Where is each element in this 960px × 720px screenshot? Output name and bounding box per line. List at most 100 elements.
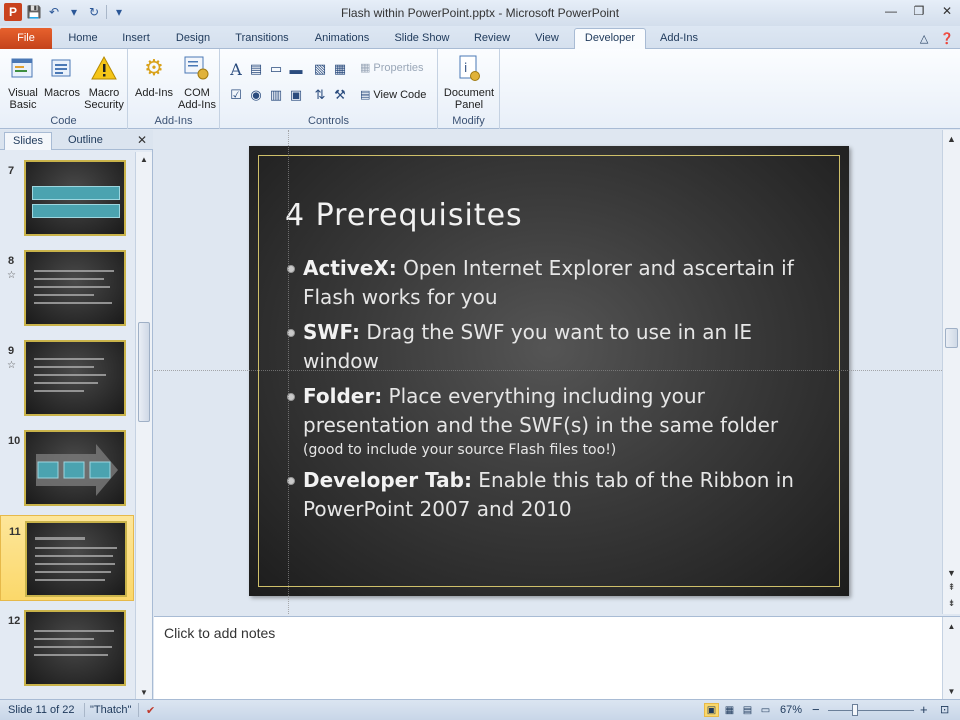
- close-button[interactable]: ✕: [940, 4, 954, 18]
- scroll-down-arrow-icon[interactable]: ▼: [943, 566, 960, 580]
- tab-insert[interactable]: Insert: [114, 29, 158, 49]
- zoom-slider-thumb[interactable]: [852, 704, 858, 716]
- reading-view-icon[interactable]: ▤: [740, 703, 755, 717]
- tab-file[interactable]: File: [0, 28, 52, 49]
- spell-check-icon[interactable]: ✔: [146, 704, 155, 717]
- com-add-ins-button[interactable]: COM Add-Ins: [176, 53, 218, 111]
- tab-outline[interactable]: Outline: [60, 132, 111, 150]
- slide-number: 12: [8, 615, 21, 627]
- minimize-ribbon-icon[interactable]: △: [920, 32, 928, 45]
- normal-view-icon[interactable]: ▣: [704, 703, 719, 717]
- scrollbar-thumb[interactable]: [138, 322, 150, 422]
- editor-scrollbar[interactable]: ▲ ▼ ⇞ ⇟: [942, 130, 960, 614]
- next-slide-icon[interactable]: ⇟: [943, 596, 960, 610]
- fit-to-window-icon[interactable]: ⊡: [940, 703, 949, 716]
- toggle-button-control-icon[interactable]: ▣: [288, 87, 304, 103]
- zoom-out-icon[interactable]: −: [812, 702, 820, 717]
- tab-slide-show[interactable]: Slide Show: [388, 29, 456, 49]
- com-add-ins-icon: [182, 53, 212, 83]
- animation-star-icon: ☆: [7, 360, 16, 371]
- notes-placeholder[interactable]: Click to add notes: [164, 625, 275, 641]
- scroll-down-arrow-icon[interactable]: ▼: [943, 684, 960, 698]
- window-title: Flash within PowerPoint.pptx - Microsoft…: [340, 6, 620, 20]
- scroll-up-arrow-icon[interactable]: ▲: [943, 619, 960, 633]
- add-ins-button[interactable]: ⚙ Add-Ins: [132, 53, 176, 100]
- document-panel-label: Document Panel: [443, 87, 495, 111]
- thumb-arrow-diagram: [36, 444, 118, 496]
- scroll-down-arrow-icon[interactable]: ▼: [136, 685, 152, 699]
- thumb-text-line: [34, 638, 94, 640]
- group-modify: i Document Panel Modify: [438, 49, 500, 129]
- label-control-icon[interactable]: A: [228, 60, 244, 79]
- status-separator: [84, 703, 85, 717]
- view-code-button[interactable]: ▤ View Code: [360, 88, 426, 102]
- button-control-icon[interactable]: ▭: [268, 61, 284, 77]
- tab-animations[interactable]: Animations: [306, 29, 378, 49]
- thumb-text-line: [34, 646, 112, 648]
- slide-bullets[interactable]: ActiveX: Open Internet Explorer and asce…: [285, 254, 815, 530]
- tab-review[interactable]: Review: [466, 29, 518, 49]
- document-panel-icon: i: [454, 53, 484, 83]
- bullet-item: ActiveX: Open Internet Explorer and asce…: [285, 254, 815, 312]
- zoom-in-icon[interactable]: +: [920, 702, 928, 717]
- more-controls-icon[interactable]: ⚒: [332, 87, 348, 103]
- tab-home[interactable]: Home: [60, 29, 106, 49]
- check-box-control-icon[interactable]: ☑: [228, 87, 244, 103]
- slides-panel-scrollbar[interactable]: ▲ ▼: [135, 152, 152, 699]
- spin-button-control-icon[interactable]: ⇅: [312, 87, 328, 103]
- document-panel-button[interactable]: i Document Panel: [442, 53, 496, 111]
- slide-title[interactable]: 4 Prerequisites: [285, 198, 523, 233]
- scroll-up-arrow-icon[interactable]: ▲: [136, 152, 152, 166]
- scrollbar-thumb[interactable]: [945, 328, 958, 348]
- tab-add-ins[interactable]: Add-Ins: [654, 29, 704, 49]
- slide-editor[interactable]: 4 Prerequisites ActiveX: Open Internet E…: [154, 130, 942, 614]
- tab-developer[interactable]: Developer: [574, 28, 646, 49]
- bullet-item: Developer Tab: Enable this tab of the Ri…: [285, 466, 815, 524]
- group-add-ins: ⚙ Add-Ins COM Add-Ins Add-Ins: [128, 49, 220, 129]
- tab-slides[interactable]: Slides: [4, 132, 52, 150]
- tab-design[interactable]: Design: [168, 29, 218, 49]
- status-bar: Slide 11 of 22 "Thatch" ✔ ▣ ▦ ▤ ▭ 67% − …: [0, 699, 960, 720]
- restore-button[interactable]: ❐: [912, 4, 926, 18]
- notes-pane[interactable]: Click to add notes ▲ ▼: [154, 616, 960, 700]
- slide-thumb-7[interactable]: 7: [0, 155, 134, 241]
- text-box-control-icon[interactable]: ▤: [248, 61, 264, 77]
- bullet-item: SWF: Drag the SWF you want to use in an …: [285, 318, 815, 376]
- help-icon[interactable]: ❓: [940, 32, 954, 45]
- zoom-slider[interactable]: [828, 710, 914, 711]
- vertical-guide[interactable]: [288, 130, 289, 614]
- slide-thumb-12[interactable]: 12: [0, 605, 134, 691]
- macros-button[interactable]: Macros: [44, 53, 80, 99]
- slide-thumb-10[interactable]: 10: [0, 425, 134, 511]
- combo-box-control-icon[interactable]: ▦: [332, 61, 348, 77]
- macro-security-button[interactable]: Macro Security: [82, 53, 126, 111]
- scrollbar-control-icon[interactable]: ▬: [288, 61, 304, 77]
- slide-thumb-9[interactable]: 9 ☆: [0, 335, 134, 421]
- thumb-text-line: [34, 374, 106, 376]
- image-control-icon[interactable]: ▧: [312, 61, 328, 77]
- slide-thumbnail: [24, 340, 126, 416]
- close-panel-icon[interactable]: ✕: [137, 133, 147, 147]
- thumb-text-line: [34, 302, 112, 304]
- panel-tabs: Slides Outline ✕: [0, 130, 153, 150]
- theme-name[interactable]: "Thatch": [90, 704, 131, 716]
- tab-transitions[interactable]: Transitions: [228, 29, 296, 49]
- notes-scrollbar[interactable]: ▲ ▼: [942, 617, 960, 700]
- properties-icon: ▦: [360, 62, 371, 74]
- slide-canvas[interactable]: 4 Prerequisites ActiveX: Open Internet E…: [249, 146, 849, 596]
- slide-thumb-11[interactable]: 11: [0, 515, 134, 601]
- slide-thumb-8[interactable]: 8 ☆: [0, 245, 134, 331]
- slide-sorter-icon[interactable]: ▦: [722, 703, 737, 717]
- group-code: Visual Basic Macros Macro Security Code: [0, 49, 128, 129]
- list-box-control-icon[interactable]: ▥: [268, 87, 284, 103]
- slide-show-icon[interactable]: ▭: [758, 703, 773, 717]
- zoom-level[interactable]: 67%: [780, 704, 802, 716]
- properties-button[interactable]: ▦ Properties: [360, 61, 424, 75]
- horizontal-guide[interactable]: [154, 370, 942, 371]
- minimize-button[interactable]: —: [884, 4, 898, 18]
- previous-slide-icon[interactable]: ⇞: [943, 580, 960, 594]
- option-button-control-icon[interactable]: ◉: [248, 87, 264, 103]
- tab-view[interactable]: View: [526, 29, 568, 49]
- visual-basic-button[interactable]: Visual Basic: [4, 53, 42, 111]
- scroll-up-arrow-icon[interactable]: ▲: [943, 132, 960, 146]
